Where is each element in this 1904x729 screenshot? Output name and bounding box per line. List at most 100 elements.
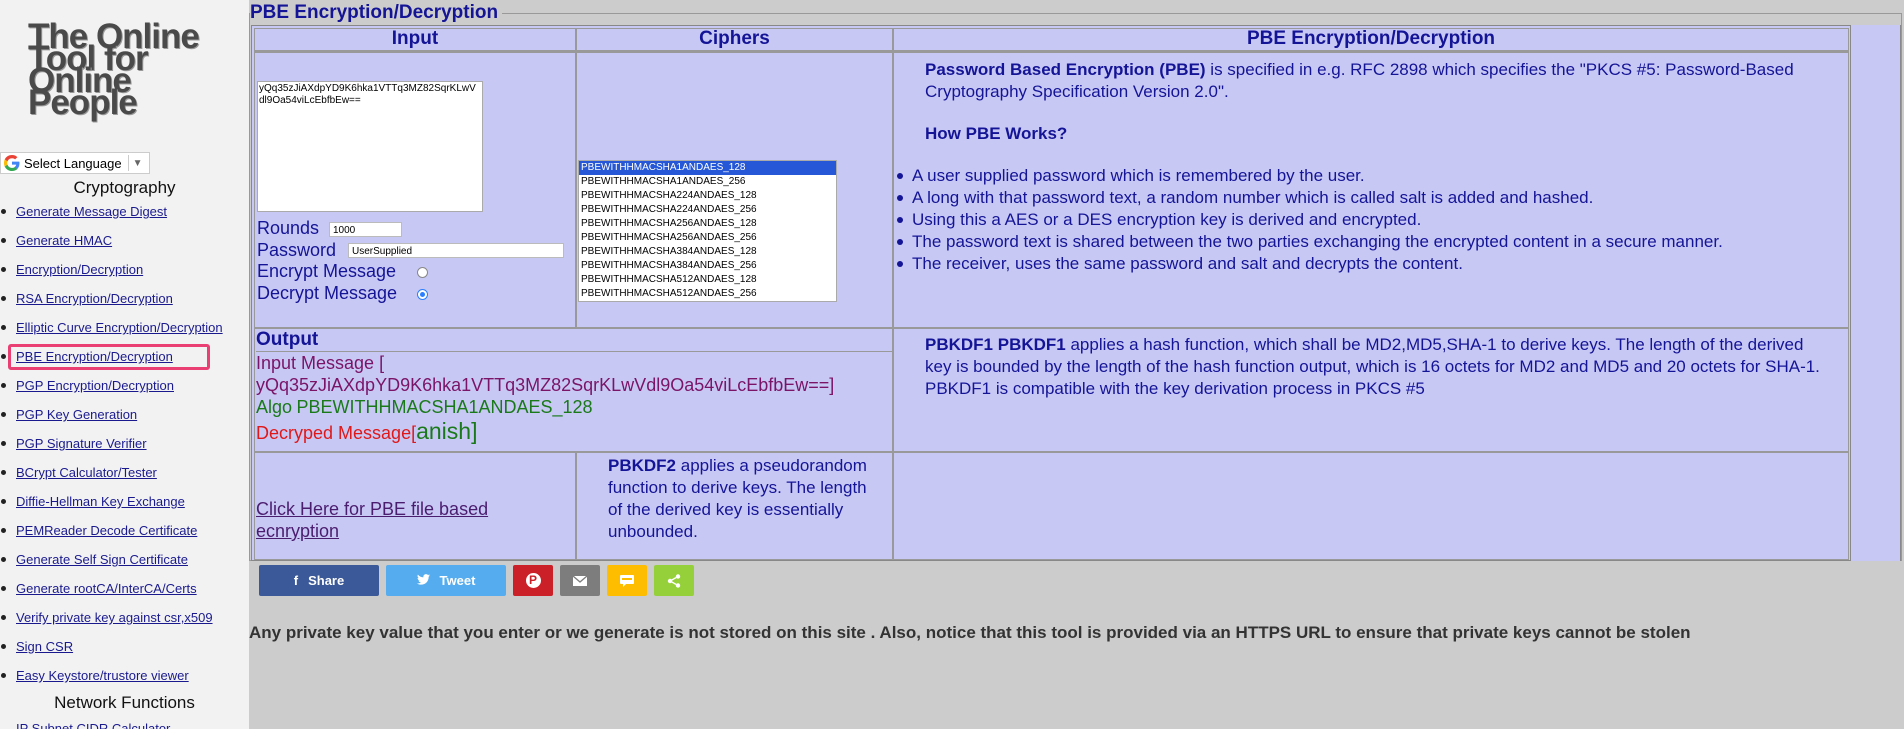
sidebar-link[interactable]: Encryption/Decryption [16, 262, 143, 277]
caret-down-icon: ▼ [132, 157, 143, 169]
encrypt-radio[interactable] [417, 267, 428, 278]
pbkdf1-term: PBKDF1 PBKDF1 [925, 335, 1066, 354]
sidebar-link[interactable]: Generate Message Digest [16, 204, 167, 219]
ciphers-cell: PBEWITHHMACSHA1ANDAES_128 PBEWITHHMACSHA… [576, 52, 893, 328]
email-share-button[interactable] [560, 565, 600, 596]
empty-cell [893, 452, 1849, 560]
input-message-label: Input Message [ [256, 353, 385, 373]
file-link-cell: Click Here for PBE file based ecnryption [254, 452, 576, 560]
sidebar-link[interactable]: RSA Encryption/Decryption [16, 291, 173, 306]
cipher-option[interactable]: PBEWITHHMACSHA384ANDAES_128 [579, 245, 836, 259]
share-icon [667, 573, 681, 588]
cipher-option[interactable]: PBEWITHHMACSHA1ANDAES_256 [579, 175, 836, 189]
section-heading-network: Network Functions [54, 693, 195, 712]
column-header-ciphers: Ciphers [576, 28, 893, 52]
tool-panel: Input Ciphers PBE Encryption/Decryption … [251, 25, 1851, 561]
sidebar-item-encryption: Encryption/Decryption [0, 261, 223, 290]
pbe-file-link[interactable]: Click Here for PBE file based ecnryption [256, 499, 488, 541]
sidebar-item-rsa: RSA Encryption/Decryption [0, 290, 223, 319]
sidebar-item-verify-key: Verify private key against csr,x509 [0, 609, 223, 638]
input-cell: yQq35zJiAXdpYD9K6hka1VTTq3MZ82SqrKLwVdl9… [254, 52, 576, 328]
sidebar-link[interactable]: PGP Signature Verifier [16, 436, 147, 451]
cipher-option[interactable]: PBEWITHHMACSHA512ANDAES_256 [579, 287, 836, 301]
twitter-share-button[interactable]: Tweet [386, 565, 506, 596]
output-cell: Output Input Message [ yQq35zJiAXdpYD9K6… [254, 328, 893, 452]
sidebar-link[interactable]: Diffie-Hellman Key Exchange [16, 494, 185, 509]
language-select[interactable]: Select Language ▼ [0, 152, 150, 174]
list-item: The password text is shared between the … [894, 231, 1828, 253]
sidebar-link[interactable]: IP Subnet CIDR Calculator [16, 721, 170, 729]
input-message-value: yQq35zJiAXdpYD9K6hka1VTTq3MZ82SqrKLwVdl9… [256, 375, 835, 395]
column-header-info: PBE Encryption/Decryption [893, 28, 1849, 52]
divider [127, 155, 129, 171]
ciphertext-input[interactable]: yQq35zJiAXdpYD9K6hka1VTTq3MZ82SqrKLwVdl9… [257, 81, 483, 212]
cipher-select[interactable]: PBEWITHHMACSHA1ANDAES_128 PBEWITHHMACSHA… [578, 160, 837, 302]
password-input[interactable]: UserSupplied [348, 243, 564, 258]
cipher-option[interactable]: PBEWITHHMACSHA224ANDAES_256 [579, 203, 836, 217]
cipher-option[interactable]: PBEWITHHMACSHA512ANDAES_128 [579, 273, 836, 287]
sidebar-link[interactable]: PEMReader Decode Certificate [16, 523, 197, 538]
twitter-icon [416, 573, 430, 588]
list-item: The receiver, uses the same password and… [894, 253, 1828, 275]
section-heading-cryptography: Cryptography [73, 178, 176, 197]
encrypt-label: Encrypt Message [257, 261, 397, 281]
email-icon [573, 575, 587, 586]
pbkdf2-term: PBKDF2 [608, 456, 677, 475]
sidebar-item-ip-subnet: IP Subnet CIDR Calculator [0, 721, 170, 729]
pinterest-share-button[interactable]: P [513, 565, 553, 596]
facebook-share-button[interactable]: f Share [259, 565, 379, 596]
decrypt-label: Decrypt Message [257, 283, 398, 303]
algo-value: PBEWITHHMACSHA1ANDAES_128 [296, 397, 593, 417]
algo-label: Algo [256, 397, 293, 417]
pbkdf1-cell: PBKDF1 PBKDF1 applies a hash function, w… [893, 328, 1849, 452]
decrypted-label: Decryped Message[ [256, 423, 417, 443]
sidebar-link[interactable]: Verify private key against csr,x509 [16, 610, 213, 625]
sidebar: The Online Tool for Online People Select… [0, 0, 249, 729]
output-title: Output [256, 329, 892, 352]
language-label: Select Language [24, 155, 122, 171]
cipher-option[interactable]: PBEWITHHMACSHA256ANDAES_128 [579, 217, 836, 231]
sidebar-link[interactable]: Sign CSR [16, 639, 73, 654]
sidebar-link[interactable]: Easy Keystore/trustore viewer [16, 668, 189, 683]
sidebar-item-pbe: PBE Encryption/Decryption [0, 344, 223, 377]
list-item: A long with that password text, a random… [894, 187, 1828, 209]
sidebar-item-keystore: Easy Keystore/trustore viewer [0, 667, 223, 696]
sidebar-nav: Generate Message Digest Generate HMAC En… [0, 203, 223, 696]
rounds-label: Rounds [257, 218, 320, 238]
sms-share-button[interactable] [607, 565, 647, 596]
sharethis-button[interactable] [654, 565, 694, 596]
decrypted-value: anish [416, 418, 472, 444]
sidebar-link[interactable]: PGP Encryption/Decryption [16, 378, 174, 393]
decrypted-close: ] [471, 418, 478, 444]
cipher-option[interactable]: PBEWITHHMACSHA224ANDAES_128 [579, 189, 836, 203]
sidebar-link[interactable]: Generate Self Sign Certificate [16, 552, 188, 567]
site-logo[interactable]: The Online Tool for Online People [28, 19, 228, 122]
sidebar-item-message-digest: Generate Message Digest [0, 203, 223, 232]
cipher-option[interactable]: PBEWITHHMACSHA1ANDAES_128 [579, 161, 836, 175]
how-pbe-list: A user supplied password which is rememb… [894, 165, 1848, 275]
google-icon [4, 155, 20, 171]
right-gutter [1851, 25, 1901, 561]
facebook-share-label: Share [308, 573, 345, 588]
sidebar-item-self-sign: Generate Self Sign Certificate [0, 551, 223, 580]
password-label: Password [257, 240, 337, 260]
column-header-input: Input [254, 28, 576, 52]
sidebar-nav-network: IP Subnet CIDR Calculator [0, 721, 170, 729]
sidebar-link[interactable]: BCrypt Calculator/Tester [16, 465, 157, 480]
cipher-option[interactable]: PBEWITHHMACSHA384ANDAES_256 [579, 259, 836, 273]
sidebar-link[interactable]: PGP Key Generation [16, 407, 137, 422]
sidebar-item-rootca: Generate rootCA/InterCA/Certs [0, 580, 223, 609]
pbkdf2-cell: PBKDF2 applies a pseudorandom function t… [576, 452, 893, 560]
decrypt-radio[interactable] [417, 289, 428, 300]
sidebar-link[interactable]: Generate rootCA/InterCA/Certs [16, 581, 197, 596]
sidebar-link[interactable]: Elliptic Curve Encryption/Decryption [16, 320, 223, 335]
list-item: A user supplied password which is rememb… [894, 165, 1828, 187]
twitter-share-label: Tweet [439, 573, 476, 588]
sms-icon [620, 574, 634, 587]
rounds-input[interactable]: 1000 [329, 222, 402, 237]
cipher-option[interactable]: PBEWITHHMACSHA256ANDAES_256 [579, 231, 836, 245]
logo-line: People [28, 83, 138, 122]
sidebar-link[interactable]: Generate HMAC [16, 233, 112, 248]
disclaimer-text: Any private key value that you enter or … [249, 623, 1691, 642]
active-highlight [8, 344, 210, 370]
